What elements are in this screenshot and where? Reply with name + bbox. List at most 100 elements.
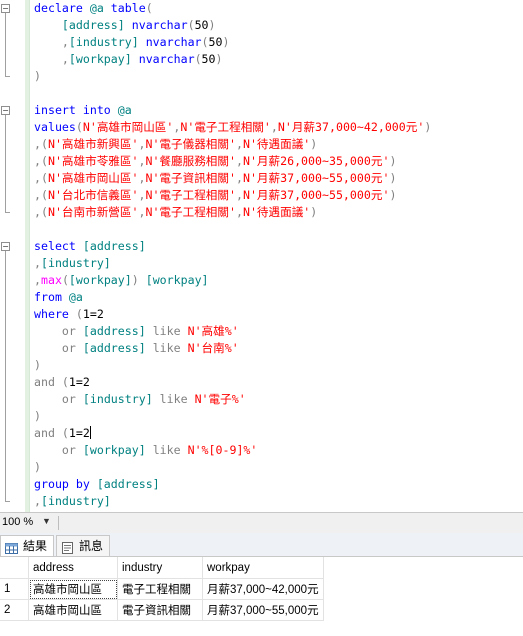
code-token: ,(: [34, 205, 48, 219]
code-line[interactable]: and (1=2: [0, 374, 523, 391]
fold-end: [5, 76, 10, 77]
column-header[interactable]: workpay: [202, 557, 324, 579]
code-token: (: [145, 1, 153, 15]
fold-margin: [0, 34, 10, 51]
code-token: nvarchar: [145, 35, 202, 49]
code-token: [industry]: [82, 392, 160, 406]
code-line[interactable]: [0, 221, 523, 238]
code-line[interactable]: ): [0, 357, 523, 374]
fold-line: [5, 442, 6, 459]
row-number[interactable]: 1: [0, 578, 29, 600]
code-line[interactable]: or [workpay] like N'%[0-9]%': [0, 442, 523, 459]
fold-line: [5, 272, 6, 289]
code-line[interactable]: − insert into @a: [0, 102, 523, 119]
results-grid[interactable]: address industry workpay 1 高雄市岡山區 電子工程相關…: [0, 557, 523, 636]
code-line[interactable]: ,max([workpay]) [workpay]: [0, 272, 523, 289]
fold-margin: −: [0, 102, 10, 119]
sql-editor[interactable]: − declare @a table( [address] nvarchar(50…: [0, 0, 523, 512]
code-token: ,: [34, 494, 41, 508]
code-text: ): [34, 459, 41, 476]
code-token: or: [61, 341, 83, 355]
table-row[interactable]: 1 高雄市岡山區 電子工程相關 月薪37,000~42,000元: [0, 578, 324, 600]
table-row[interactable]: 2 高雄市岡山區 電子資訊相關 月薪37,000~55,000元: [0, 599, 324, 621]
code-line[interactable]: where (1=2: [0, 306, 523, 323]
code-line[interactable]: ,[industry]: [0, 255, 523, 272]
code-line[interactable]: from @a: [0, 289, 523, 306]
fold-margin: [0, 136, 10, 153]
code-line[interactable]: − select [address]: [0, 238, 523, 255]
code-line[interactable]: and (1=2: [0, 425, 523, 442]
code-line[interactable]: ,(N'高雄市苓雅區',N'餐廳服務相關',N'月薪26,000~35,000元…: [0, 153, 523, 170]
code-line[interactable]: or [industry] like N'電子%': [0, 391, 523, 408]
column-header[interactable]: address: [28, 557, 118, 579]
collapse-icon[interactable]: −: [1, 242, 10, 251]
code-token: 1=2: [68, 375, 90, 389]
code-token: max: [40, 273, 62, 287]
code-token: 1=2: [82, 307, 104, 321]
fold-margin: [0, 374, 10, 391]
code-token: N'月薪26,000~35,000元': [242, 154, 390, 168]
code-line[interactable]: ,[industry]: [0, 493, 523, 510]
code-token: ): [389, 188, 397, 202]
grid-cell[interactable]: 高雄市岡山區: [28, 599, 118, 621]
code-token: ): [34, 69, 41, 83]
code-line[interactable]: ,[workpay] nvarchar(50): [0, 51, 523, 68]
zoom-dropdown-icon[interactable]: ▼: [42, 516, 51, 526]
code-line[interactable]: ,[industry] nvarchar(50): [0, 34, 523, 51]
code-token: ,: [235, 137, 243, 151]
code-token: ): [424, 120, 432, 134]
code-token: select: [34, 239, 83, 253]
code-token: ,: [34, 256, 41, 270]
code-line[interactable]: [0, 85, 523, 102]
fold-line: [5, 153, 6, 170]
code-token: ): [215, 52, 223, 66]
code-token: declare: [34, 1, 90, 15]
column-header[interactable]: industry: [117, 557, 203, 579]
code-token: (: [75, 120, 83, 134]
code-token: [workpay]: [68, 273, 132, 287]
code-token: ,: [235, 171, 243, 185]
code-token: (: [61, 426, 69, 440]
fold-line: [5, 459, 6, 476]
code-token: ): [34, 460, 41, 474]
zoom-level[interactable]: 100 %: [2, 516, 33, 528]
code-line[interactable]: ,(N'高雄市新興區',N'電子儀器相關',N'待遇面議'): [0, 136, 523, 153]
code-line[interactable]: − declare @a table(: [0, 0, 523, 17]
fold-margin: [0, 476, 10, 493]
grid-cell[interactable]: 電子工程相關: [117, 578, 203, 600]
grid-cell[interactable]: 月薪37,000~42,000元: [202, 578, 324, 600]
row-number[interactable]: 2: [0, 599, 29, 621]
collapse-icon[interactable]: −: [1, 106, 10, 115]
grid-cell[interactable]: 高雄市岡山區: [28, 578, 118, 600]
code-line[interactable]: group by [address]: [0, 476, 523, 493]
code-token: and: [34, 375, 62, 389]
zoom-bar: 100 % ▼: [0, 512, 523, 533]
tab-results[interactable]: 結果: [0, 535, 55, 556]
code-token: ,: [34, 273, 41, 287]
code-line[interactable]: ): [0, 68, 523, 85]
code-text: ,(N'台北市信義區',N'電子工程相關',N'月薪37,000~55,000元…: [34, 187, 396, 204]
row-number-header[interactable]: [0, 557, 29, 579]
code-token: nvarchar: [131, 18, 188, 32]
code-line[interactable]: or [address] like N'台南%': [0, 340, 523, 357]
tab-messages[interactable]: 訊息: [56, 535, 111, 556]
code-line[interactable]: ,(N'台南市新營區',N'電子工程相關',N'待遇面議'): [0, 204, 523, 221]
fold-margin: [0, 289, 10, 306]
fold-margin: [0, 357, 10, 374]
grid-cell[interactable]: 月薪37,000~55,000元: [202, 599, 324, 621]
code-line[interactable]: ,(N'高雄市岡山區',N'電子資訊相關',N'月薪37,000~55,000元…: [0, 170, 523, 187]
code-text: or [workpay] like N'%[0-9]%': [34, 442, 257, 459]
code-token: @a: [117, 103, 132, 117]
results-tab-bar: 結果 訊息: [0, 533, 523, 557]
code-line[interactable]: ): [0, 459, 523, 476]
code-line[interactable]: ): [0, 408, 523, 425]
code-token: @a: [68, 290, 83, 304]
code-line[interactable]: values(N'高雄市岡山區',N'電子工程相關',N'月薪37,000~42…: [0, 119, 523, 136]
code-token: ): [34, 358, 41, 372]
code-line[interactable]: [address] nvarchar(50): [0, 17, 523, 34]
code-line[interactable]: or [address] like N'高雄%': [0, 323, 523, 340]
fold-margin: [0, 204, 10, 221]
collapse-icon[interactable]: −: [1, 4, 10, 13]
code-line[interactable]: ,(N'台北市信義區',N'電子工程相關',N'月薪37,000~55,000元…: [0, 187, 523, 204]
grid-cell[interactable]: 電子資訊相關: [117, 599, 203, 621]
